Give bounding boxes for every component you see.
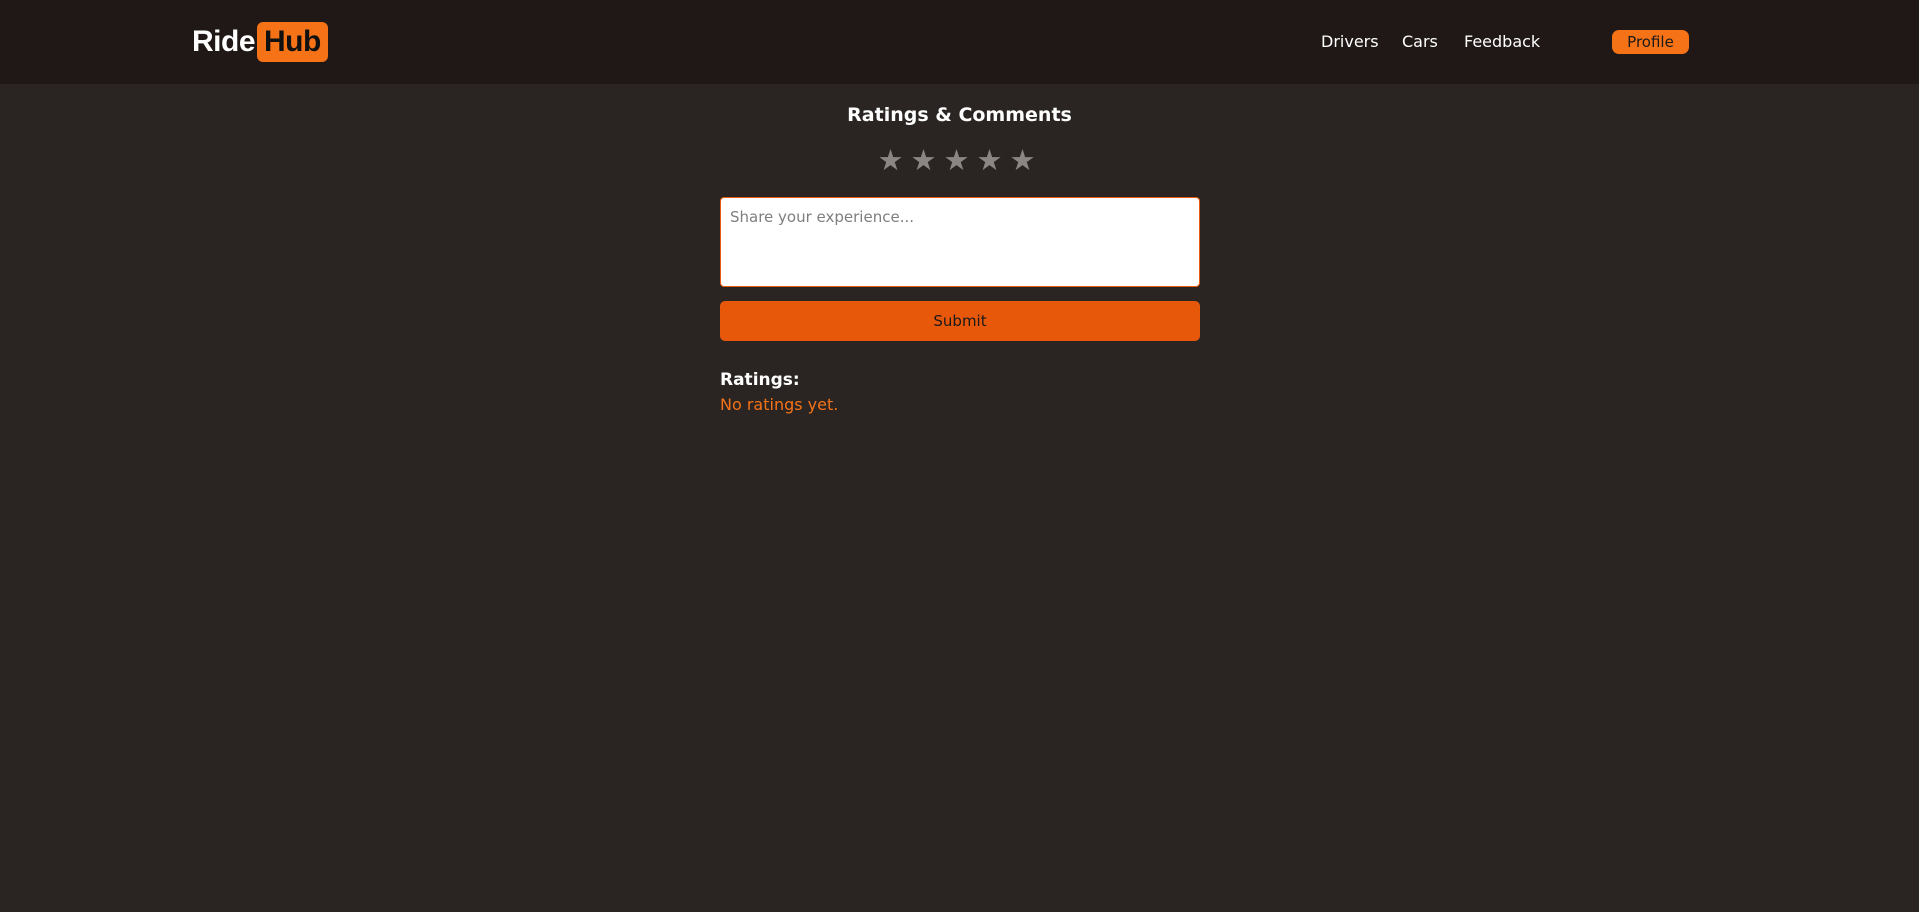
- submit-button[interactable]: Submit: [720, 301, 1200, 341]
- page-title: Ratings & Comments: [847, 104, 1072, 126]
- nav-link-drivers[interactable]: Drivers: [1321, 31, 1379, 53]
- ratings-empty-message: No ratings yet.: [720, 395, 839, 414]
- comment-textarea[interactable]: [720, 197, 1200, 287]
- logo-text-ride: Ride: [192, 25, 256, 58]
- star-icon[interactable]: ★: [909, 145, 938, 175]
- ridehub-logo[interactable]: Ride Hub: [192, 22, 328, 62]
- ratings-heading: Ratings:: [720, 370, 800, 390]
- star-icon[interactable]: ★: [942, 145, 971, 175]
- nav-link-cars[interactable]: Cars: [1402, 31, 1438, 53]
- nav-link-feedback[interactable]: Feedback: [1464, 31, 1540, 53]
- star-icon[interactable]: ★: [975, 145, 1004, 175]
- logo-text-hub: Hub: [257, 22, 328, 62]
- profile-button[interactable]: Profile: [1612, 30, 1689, 54]
- star-icon[interactable]: ★: [876, 145, 905, 175]
- star-icon[interactable]: ★: [1008, 145, 1037, 175]
- star-rating: ★ ★ ★ ★ ★: [876, 145, 1037, 175]
- navbar: Ride Hub Drivers Cars Feedback Profile: [0, 0, 1919, 84]
